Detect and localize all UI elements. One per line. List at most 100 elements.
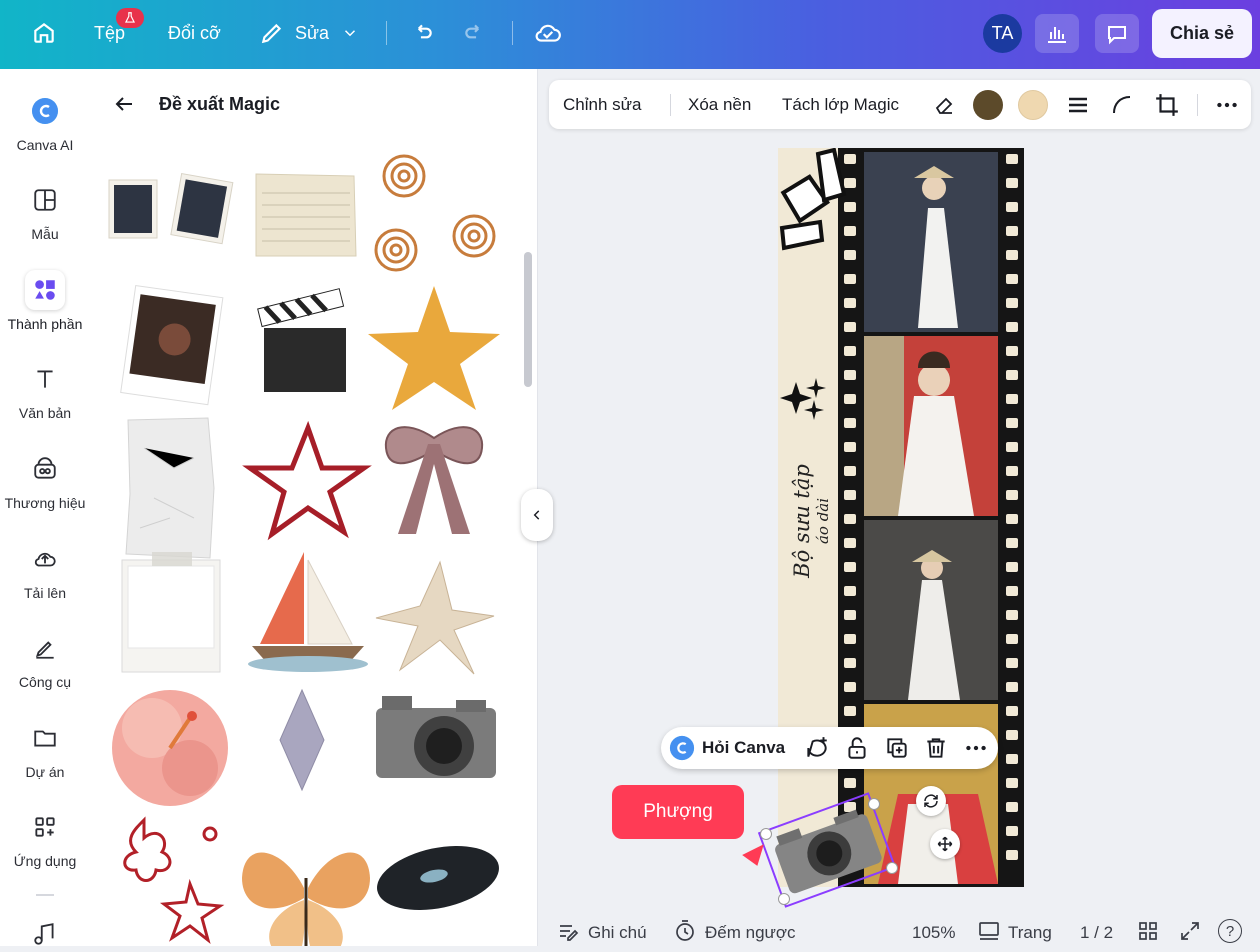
side-rail: Canva AI Mẫu Thành phần Văn bản Thương h…: [0, 69, 90, 946]
rail-item-elements[interactable]: Thành phần: [0, 270, 90, 332]
pages-button[interactable]: Trang: [1008, 923, 1052, 943]
eraser-icon[interactable]: [932, 93, 956, 117]
sticker-sailboat[interactable]: [248, 552, 368, 672]
arrow-left-icon: [115, 97, 132, 111]
text-icon: [25, 359, 65, 399]
undo-button[interactable]: [409, 20, 435, 46]
photo-frame-3[interactable]: [864, 520, 998, 700]
edit-mode-button[interactable]: Sửa: [259, 20, 359, 46]
rail-item-canva-ai[interactable]: Canva AI: [0, 91, 90, 153]
folder-icon: [25, 718, 65, 758]
poster-subtitle: áo dài: [814, 497, 832, 545]
help-button[interactable]: ?: [1218, 919, 1242, 943]
poster-title: Bộ sưu tập: [790, 464, 814, 578]
sticker-map-star[interactable]: [375, 560, 495, 675]
remove-background-button[interactable]: Xóa nền: [688, 95, 751, 115]
resize-button[interactable]: Đổi cỡ: [168, 23, 221, 44]
color-swatch[interactable]: [1018, 90, 1048, 120]
rotate-handle[interactable]: [916, 786, 946, 816]
timer-button[interactable]: Đếm ngược: [705, 923, 796, 943]
brand-icon: [25, 449, 65, 489]
rail-label: Thương hiệu: [4, 495, 86, 511]
more-icon[interactable]: [963, 735, 989, 761]
music-icon[interactable]: [32, 921, 58, 952]
edit-label: Sửa: [295, 22, 330, 43]
edit-image-button[interactable]: Chỉnh sửa: [563, 95, 641, 115]
photo-frame-1[interactable]: [864, 152, 998, 332]
sticker-vinyl-record[interactable]: [371, 836, 505, 920]
duplicate-icon[interactable]: [884, 735, 910, 761]
sticker-butterfly[interactable]: [242, 852, 370, 946]
grid-view-icon[interactable]: [1136, 919, 1160, 943]
lock-icon[interactable]: [844, 735, 870, 761]
insights-button[interactable]: [1035, 14, 1079, 53]
panel-title: Đề xuất Magic: [159, 94, 281, 114]
sticker-red-star-outline[interactable]: [242, 420, 372, 541]
rail-item-apps[interactable]: Ứng dụng: [0, 807, 90, 869]
photo-frame-2[interactable]: [864, 336, 998, 516]
resize-handle[interactable]: [760, 828, 772, 840]
sticker-crumpled-paper[interactable]: [125, 417, 215, 559]
rail-item-uploads[interactable]: Tải lên: [0, 539, 90, 601]
file-badge: [116, 8, 144, 28]
sticker-polaroid-photo[interactable]: [120, 284, 224, 406]
redo-button[interactable]: [462, 20, 488, 46]
rail-item-text[interactable]: Văn bản: [0, 359, 90, 421]
sticker-purple-diamond[interactable]: [279, 688, 325, 792]
cloud-saved-button[interactable]: [534, 20, 562, 46]
divider: [1197, 94, 1198, 116]
sticker-yellow-star[interactable]: [368, 286, 500, 410]
design-page[interactable]: Bộ sưu tập áo dài: [778, 148, 1024, 887]
comments-button[interactable]: [1095, 14, 1139, 53]
share-button[interactable]: Chia sẻ: [1152, 9, 1252, 58]
bottom-bar: Ghi chú Đếm ngược 105% Trang 1 / 2 ?: [538, 916, 1260, 946]
rail-label: Dự án: [25, 764, 65, 780]
sticker-spirals[interactable]: [374, 154, 496, 272]
page-count[interactable]: 1 / 2: [1080, 923, 1113, 943]
rail-item-projects[interactable]: Dự án: [0, 718, 90, 780]
trash-icon[interactable]: [923, 735, 949, 761]
sticker-clapperboard[interactable]: [257, 288, 346, 392]
rotate-icon: [924, 794, 938, 808]
home-button[interactable]: [31, 20, 57, 46]
flask-icon: [124, 12, 136, 23]
back-button[interactable]: [112, 92, 136, 121]
user-avatar[interactable]: TA: [983, 14, 1022, 53]
sticker-plaid-bow[interactable]: [384, 426, 484, 534]
more-icon[interactable]: [1214, 92, 1240, 118]
resize-handle[interactable]: [868, 798, 880, 810]
notes-button[interactable]: Ghi chú: [588, 923, 647, 943]
add-comment-icon[interactable]: [804, 735, 830, 761]
tools-icon: [25, 628, 65, 668]
border-style-icon[interactable]: [1066, 93, 1090, 117]
rail-item-templates[interactable]: Mẫu: [0, 180, 90, 242]
crop-icon[interactable]: [1154, 92, 1180, 118]
collapse-panel-button[interactable]: [521, 489, 553, 541]
zoom-level[interactable]: 105%: [912, 923, 955, 943]
fullscreen-icon[interactable]: [1178, 919, 1202, 943]
magic-suggestions-grid: [108, 154, 505, 946]
sticker-polaroid-frame[interactable]: [121, 552, 221, 673]
move-handle[interactable]: [930, 829, 960, 859]
rail-item-tools[interactable]: Công cụ: [0, 628, 90, 690]
panel-scrollbar[interactable]: [524, 252, 532, 387]
rail-item-brand[interactable]: Thương hiệu: [0, 449, 90, 511]
magic-layers-button[interactable]: Tách lớp Magic: [782, 95, 899, 115]
color-swatch[interactable]: [973, 90, 1003, 120]
sticker-notebook-paper[interactable]: [255, 173, 357, 257]
sticker-vintage-camera[interactable]: [376, 696, 496, 778]
floating-element-toolbar: Hỏi Canva: [661, 727, 998, 769]
resize-handle[interactable]: [886, 862, 898, 874]
rail-label: Công cụ: [18, 674, 72, 690]
collaborator-name-tag: Phượng: [612, 785, 744, 839]
sticker-photo-frames[interactable]: [108, 173, 234, 245]
chevron-left-icon: [533, 510, 540, 520]
undo-icon: [417, 24, 432, 39]
divider: [670, 94, 671, 116]
ask-canva-button[interactable]: Hỏi Canva: [702, 738, 785, 758]
resize-handle[interactable]: [778, 893, 790, 905]
sticker-hibiscus[interactable]: [112, 690, 228, 806]
sticker-red-doodles[interactable]: [123, 816, 225, 944]
corner-rounding-icon[interactable]: [1110, 93, 1134, 117]
context-toolbar: Chỉnh sửa Xóa nền Tách lớp Magic: [549, 80, 1251, 129]
